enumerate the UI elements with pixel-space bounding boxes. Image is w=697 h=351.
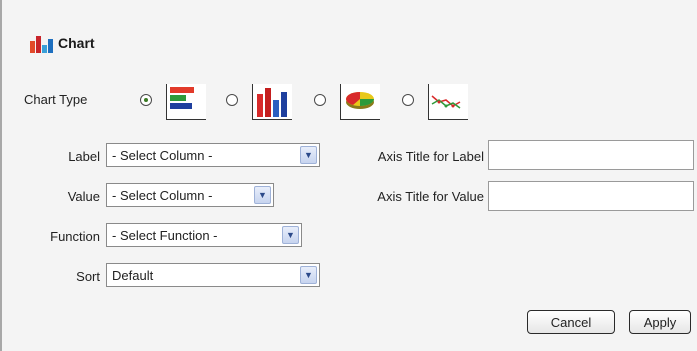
sort-select[interactable]: Default ▼	[106, 263, 320, 287]
axis-title-label-label: Axis Title for Label	[377, 149, 484, 164]
chart-settings-panel: Chart Chart Type Label - Select Column -…	[0, 0, 697, 351]
chevron-down-icon[interactable]: ▼	[300, 266, 317, 284]
value-column-select-value: - Select Column -	[112, 187, 213, 203]
chart-type-radio-vertical-bar[interactable]	[226, 94, 238, 106]
sort-field-label: Sort	[76, 269, 100, 284]
label-field-label: Label	[68, 149, 100, 164]
label-column-select-value: - Select Column -	[112, 147, 213, 163]
label-column-select[interactable]: - Select Column - ▼	[106, 143, 320, 167]
chart-type-radio-line[interactable]	[402, 94, 414, 106]
axis-title-label-input[interactable]	[488, 140, 694, 170]
chevron-down-icon[interactable]: ▼	[254, 186, 271, 204]
apply-button[interactable]: Apply	[629, 310, 691, 334]
chevron-down-icon[interactable]: ▼	[282, 226, 299, 244]
vertical-bar-chart-icon[interactable]	[252, 84, 292, 120]
chart-type-radio-horizontal-bar[interactable]	[140, 94, 152, 106]
chart-icon	[30, 34, 56, 53]
axis-title-value-label: Axis Title for Value	[377, 189, 484, 204]
value-field-label: Value	[67, 189, 100, 204]
value-column-select[interactable]: - Select Column - ▼	[106, 183, 274, 207]
cancel-button[interactable]: Cancel	[527, 310, 615, 334]
chart-type-row: Chart Type	[2, 84, 502, 124]
sort-select-value: Default	[112, 267, 154, 283]
section-title: Chart	[58, 35, 95, 51]
function-field-label: Function	[50, 229, 100, 244]
function-select-value: - Select Function -	[112, 227, 218, 243]
chart-type-radio-pie[interactable]	[314, 94, 326, 106]
chevron-down-icon[interactable]: ▼	[300, 146, 317, 164]
chart-type-label: Chart Type	[24, 92, 88, 107]
line-chart-icon[interactable]	[428, 84, 468, 120]
axis-title-value-input[interactable]	[488, 181, 694, 211]
pie-chart-icon[interactable]	[340, 84, 380, 120]
horizontal-bar-chart-icon[interactable]	[166, 84, 206, 120]
function-select[interactable]: - Select Function - ▼	[106, 223, 302, 247]
section-header: Chart	[30, 33, 95, 53]
